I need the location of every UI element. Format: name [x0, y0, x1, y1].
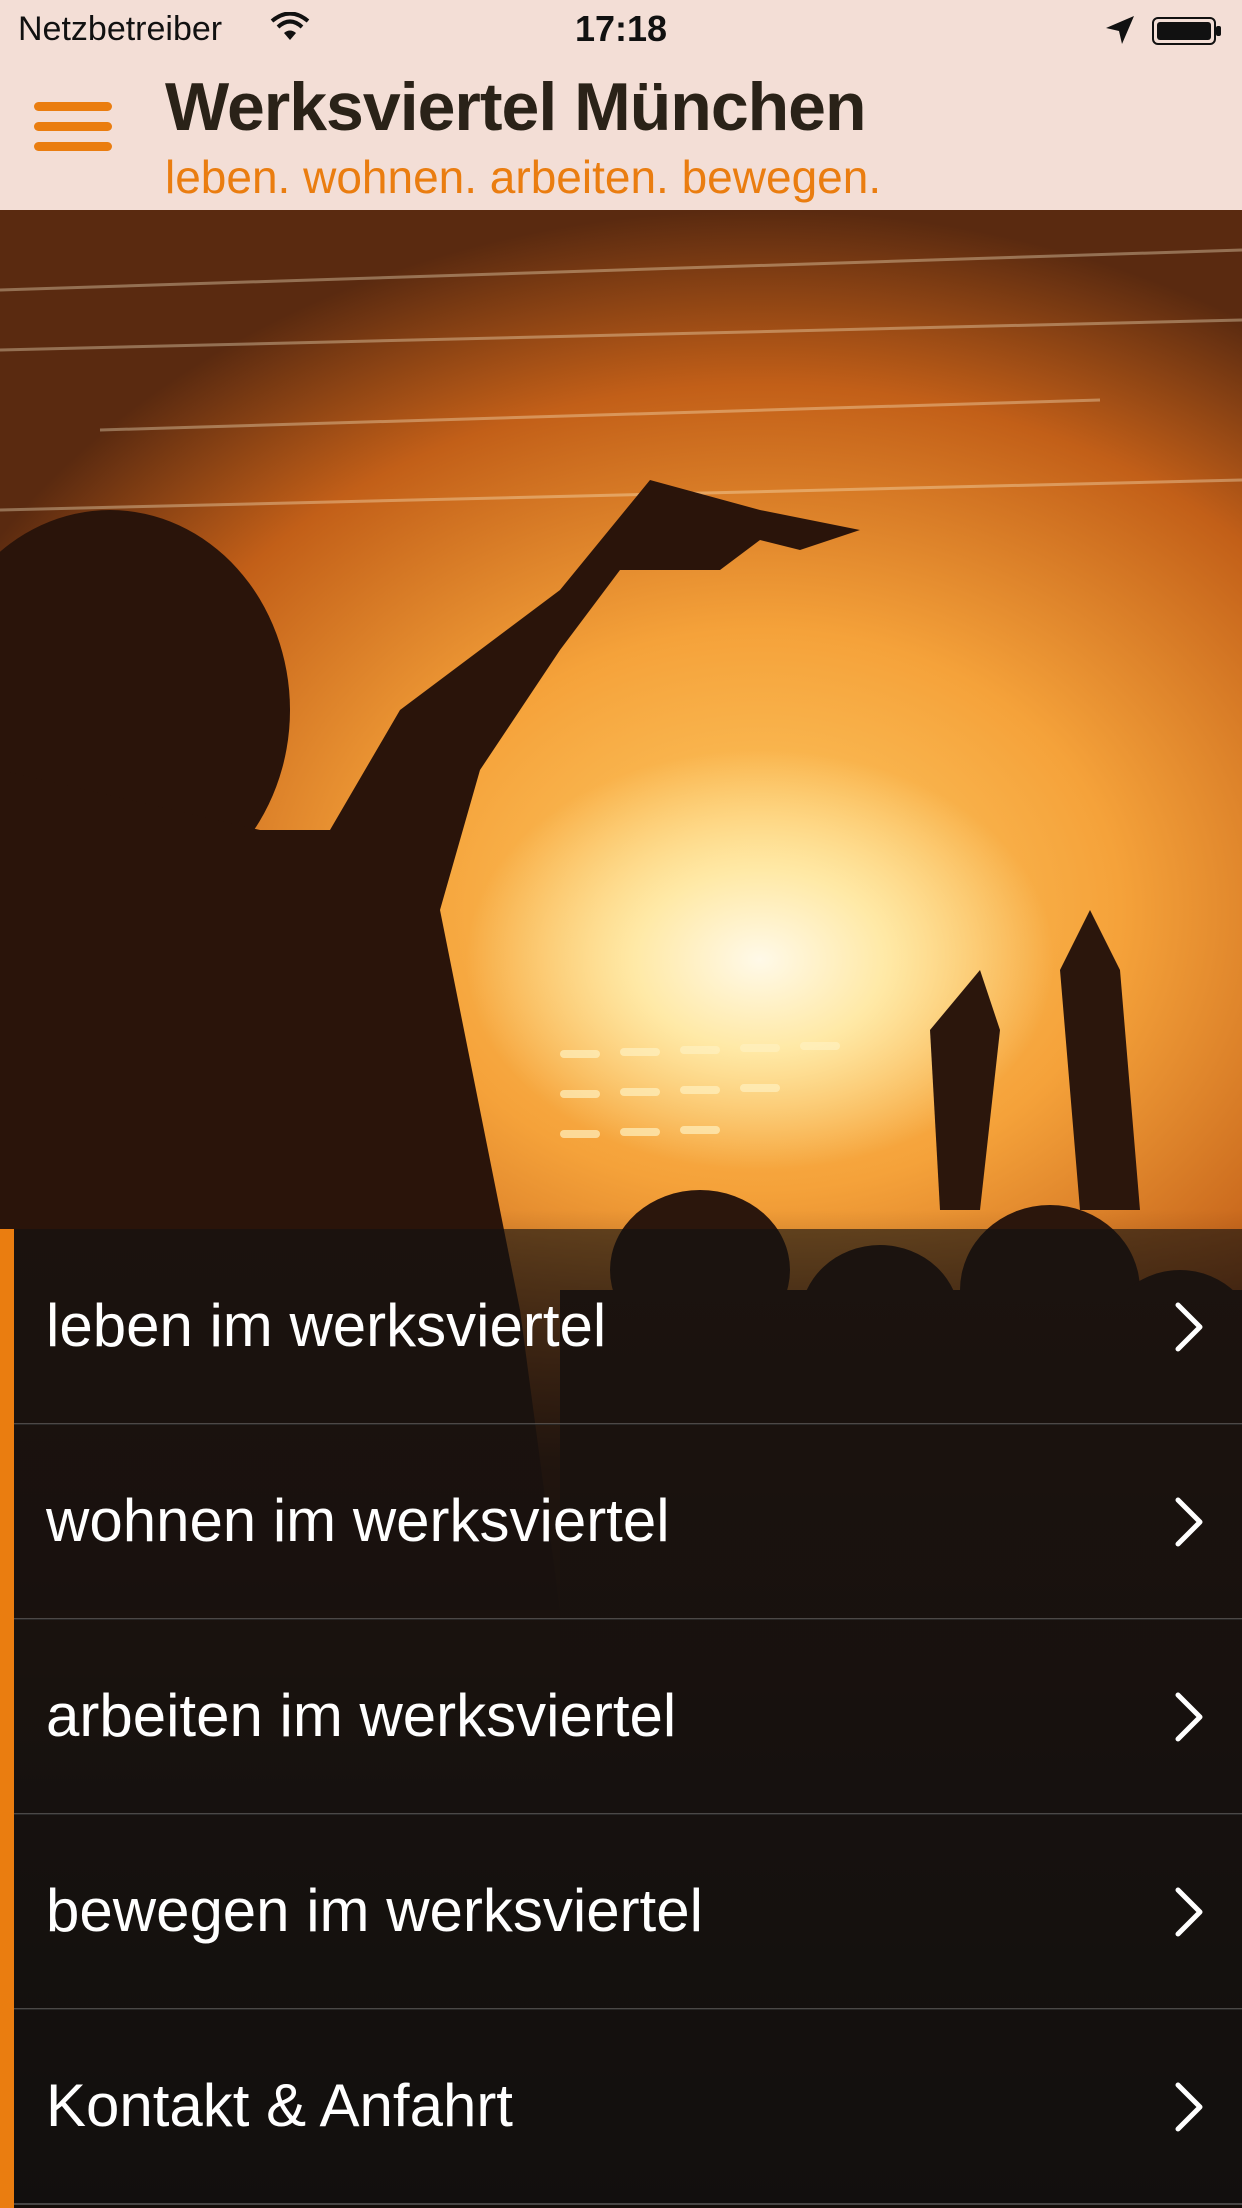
battery-icon	[1152, 17, 1221, 45]
hamburger-menu-icon[interactable]	[34, 100, 112, 156]
menu-item-kontakt[interactable]: Kontakt & Anfahrt	[14, 2009, 1242, 2205]
menu-item-label: bewegen im werksviertel	[46, 1877, 703, 1944]
menu-item-arbeiten[interactable]: arbeiten im werksviertel	[14, 1619, 1242, 1815]
navigation-menu: leben im werksviertel wohnen im werksvie…	[0, 1229, 1242, 2208]
clock-time: 17:18	[574, 8, 668, 49]
chevron-right-icon	[1175, 2082, 1203, 2132]
menu-item-label: arbeiten im werksviertel	[46, 1682, 677, 1749]
menu-item-label: Kontakt & Anfahrt	[46, 2072, 513, 2139]
app-header: Werksviertel München leben. wohnen. arbe…	[0, 60, 1242, 210]
menu-item-label: leben im werksviertel	[46, 1292, 607, 1359]
location-arrow-icon	[1106, 16, 1134, 44]
menu-item-label: wohnen im werksviertel	[46, 1487, 670, 1554]
menu-item-leben[interactable]: leben im werksviertel	[14, 1229, 1242, 1425]
chevron-right-icon	[1175, 1887, 1203, 1937]
menu-item-bewegen[interactable]: bewegen im werksviertel	[14, 1814, 1242, 2010]
chevron-right-icon	[1175, 1692, 1203, 1742]
app-subtitle: leben. wohnen. arbeiten. bewegen.	[165, 151, 882, 203]
accent-bar	[0, 1229, 14, 2208]
chevron-right-icon	[1175, 1497, 1203, 1547]
chevron-right-icon	[1175, 1302, 1203, 1352]
app-title: Werksviertel München	[165, 69, 867, 145]
menu-item-wohnen[interactable]: wohnen im werksviertel	[14, 1424, 1242, 1620]
status-bar: Netzbetreiber 17:18	[0, 0, 1242, 60]
